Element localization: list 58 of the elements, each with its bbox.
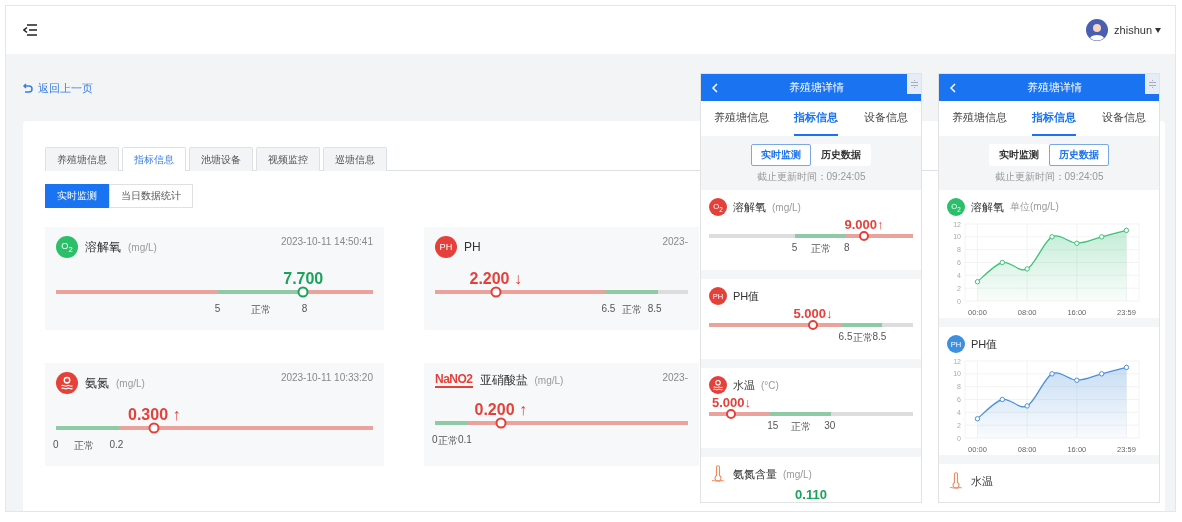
indicator-name: PH值: [733, 288, 760, 304]
unit-label: (mg/L): [116, 377, 145, 389]
range-label: 0.1: [457, 434, 472, 447]
reading-value: 0.300 ↑: [128, 406, 181, 424]
range-label: 正常: [791, 420, 812, 434]
indicator-name: 溶解氧: [971, 199, 1004, 215]
range-label: 正常: [621, 303, 642, 317]
reading-value: 0.110: [795, 487, 827, 502]
unit-label: (mg/L): [783, 468, 812, 480]
range-label: 30: [824, 420, 836, 433]
indicator-badge: O$_{2}$: [56, 236, 78, 258]
timestamp: 2023-: [662, 236, 688, 247]
reading-value: 5.000↓: [711, 395, 751, 410]
range-label: 正常: [810, 242, 831, 256]
range-label: 8: [301, 303, 308, 316]
timestamp: 2023-10-11 10:33:20: [280, 372, 373, 383]
indicator-name: 溶解氧: [85, 238, 121, 256]
range-label: 0: [53, 439, 59, 452]
indicator-name: 溶解氧: [733, 199, 766, 215]
range-label: 正常: [74, 439, 94, 453]
unit-label: 单位(mg/L): [1010, 200, 1059, 214]
range-label: 0: [432, 434, 438, 447]
range-label: 5: [791, 242, 798, 255]
range-label: 15: [767, 420, 779, 433]
range-label: 正常: [437, 434, 458, 448]
indicator-badge: PH: [435, 236, 457, 258]
unit-label: (mg/L): [534, 375, 564, 386]
reading-value: 9.000↑: [844, 217, 884, 232]
unit-label: (mg/L): [772, 201, 801, 213]
range-label: 0.2: [109, 439, 124, 452]
update-time: 截止更新时间：09:24:05: [994, 170, 1104, 184]
range-label: 8: [844, 242, 850, 255]
timestamp: 2023-: [662, 372, 688, 383]
reading-value: 7.700: [283, 270, 324, 288]
indicator-name: 亚硝酸盐: [479, 372, 528, 389]
phone-title: 养殖塘详情: [1026, 80, 1082, 95]
indicator-name: PH值: [971, 336, 998, 352]
reading-value: 0.200 ↑: [474, 401, 527, 419]
indicator-name: PH: [464, 240, 481, 254]
indicator-name: 水温: [733, 377, 755, 393]
timestamp: 2023-10-11 14:50:41: [280, 236, 373, 247]
range-label: 5: [214, 303, 221, 316]
range-label: 8.5: [872, 331, 887, 344]
range-label: 6.5: [601, 303, 616, 316]
formula-badge: NaNO2: [435, 373, 473, 388]
update-time: 截止更新时间：09:24:05: [756, 170, 866, 184]
range-label: 6.5: [838, 331, 853, 344]
reading-value: 2.200 ↓: [469, 270, 522, 288]
range-label: 8.5: [647, 303, 662, 316]
indicator-name: 水温: [971, 473, 993, 489]
indicator-name: 氨氮: [85, 374, 109, 392]
unit-label: (°C): [761, 379, 779, 391]
unit-label: (mg/L): [128, 241, 157, 253]
reading-value: 5.000↓: [793, 306, 833, 321]
phone-title: 养殖塘详情: [788, 80, 844, 95]
indicator-name: 氨氮含量: [733, 466, 777, 482]
range-label: 正常: [852, 331, 873, 345]
range-label: 正常: [250, 303, 271, 317]
